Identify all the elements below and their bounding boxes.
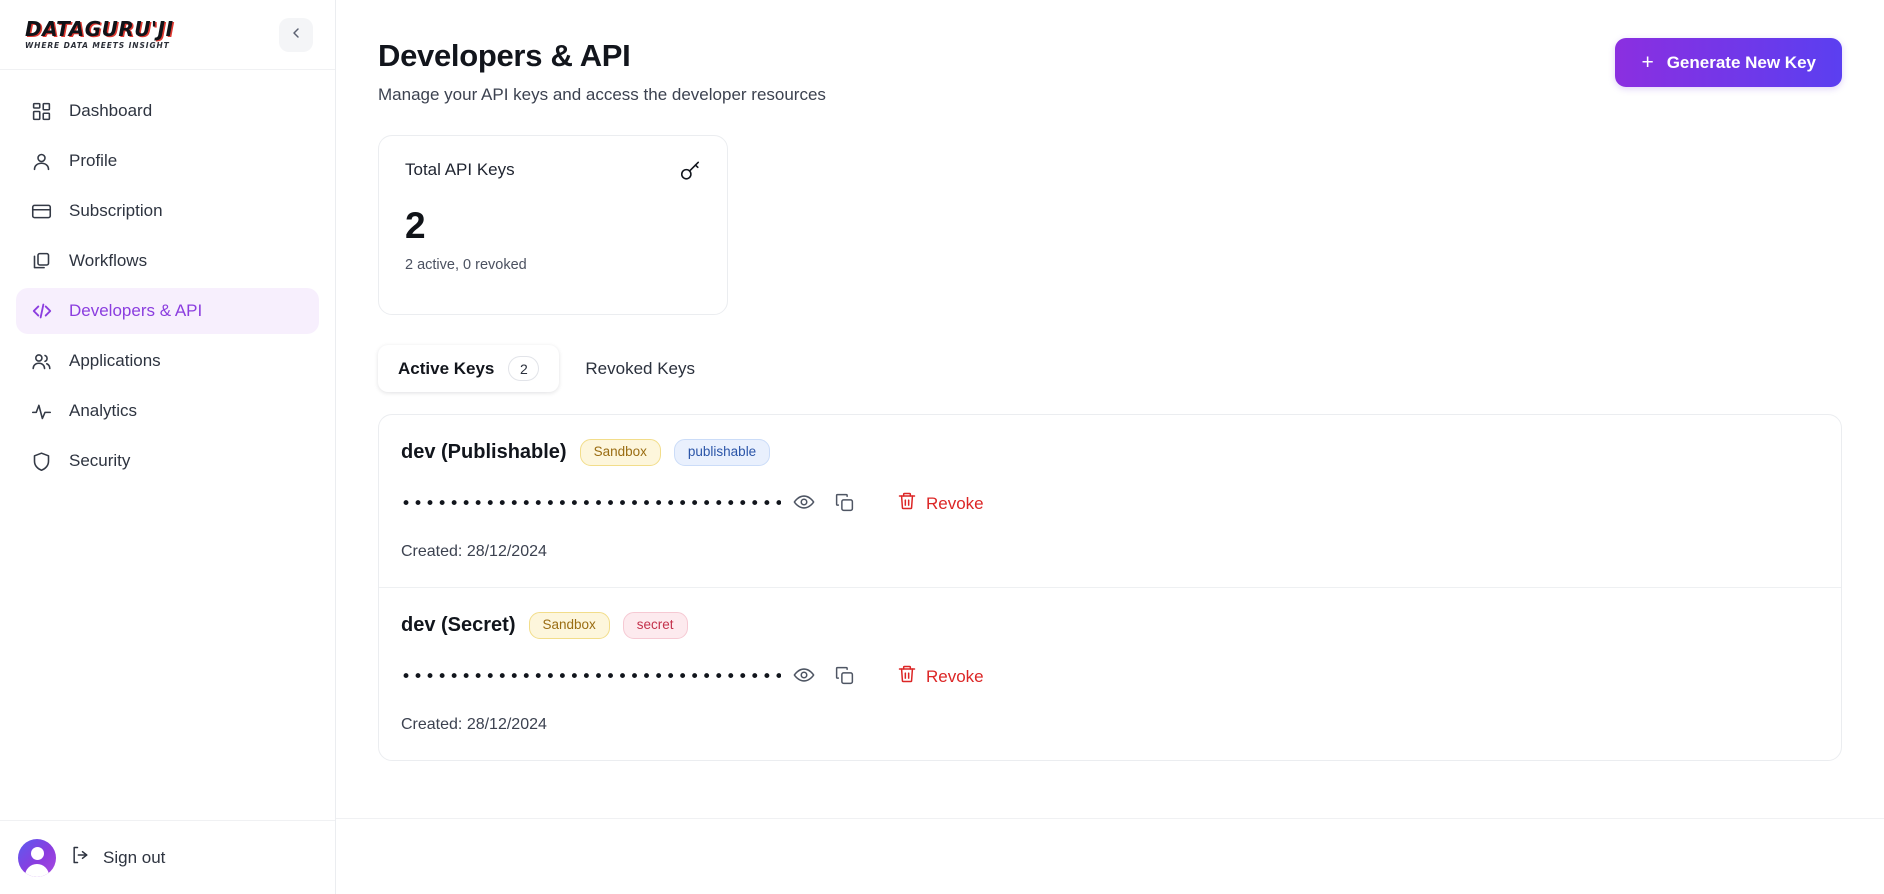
- status-badge-environment: Sandbox: [579, 439, 661, 466]
- reveal-key-button[interactable]: [787, 660, 821, 694]
- api-key-name: dev (Secret): [401, 613, 516, 636]
- sidebar-item-applications[interactable]: Applications: [16, 338, 319, 384]
- revoke-key-label: Revoke: [926, 666, 984, 686]
- plus-icon: +: [1641, 51, 1654, 74]
- keys-tabs: Active Keys 2 Revoked Keys: [378, 345, 1842, 392]
- app-logo: DATAGURU'JI WHERE DATA MEETS INSIGHT: [25, 19, 174, 50]
- api-key-header: dev (Publishable) Sandbox publishable: [401, 439, 1819, 466]
- generate-new-key-label: Generate New Key: [1666, 52, 1816, 72]
- avatar-person-icon: [30, 846, 44, 860]
- status-badge-environment: Sandbox: [528, 611, 610, 639]
- api-key-row: dev (Secret) Sandbox secret ••••••••••••…: [379, 586, 1841, 760]
- api-key-created-date: Created: 28/12/2024: [401, 715, 547, 733]
- api-key-name: dev (Publishable): [401, 440, 567, 463]
- page-header-text: Developers & API Manage your API keys an…: [378, 38, 826, 105]
- logo-title: DATAGURU'JI: [25, 17, 174, 42]
- sidebar-item-workflows[interactable]: Workflows: [16, 238, 319, 284]
- page-title: Developers & API: [378, 38, 631, 73]
- activity-pulse-icon: [30, 400, 53, 423]
- sidebar-item-label: Profile: [69, 151, 118, 170]
- users-group-icon: [30, 350, 53, 373]
- code-brackets-icon: [30, 300, 53, 323]
- sidebar-footer: Sign out: [0, 820, 335, 894]
- tab-revoked-keys-label: Revoked Keys: [585, 358, 696, 378]
- reveal-key-button[interactable]: [787, 487, 821, 521]
- status-badge-type: secret: [622, 611, 688, 639]
- status-badge-type: publishable: [673, 439, 771, 466]
- tab-revoked-keys[interactable]: Revoked Keys: [565, 348, 715, 390]
- trash-icon: [897, 491, 917, 516]
- sidebar-item-label: Workflows: [69, 251, 148, 270]
- sidebar-item-analytics[interactable]: Analytics: [16, 388, 319, 434]
- dashboard-grid-icon: [30, 100, 53, 123]
- sidebar-item-subscription[interactable]: Subscription: [16, 188, 319, 234]
- sidebar-item-label: Security: [69, 451, 131, 470]
- sidebar-item-developers-api[interactable]: Developers & API: [16, 288, 319, 334]
- logo-tagline: WHERE DATA MEETS INSIGHT: [25, 41, 170, 51]
- sidebar: DATAGURU'JI WHERE DATA MEETS INSIGHT Das…: [0, 0, 336, 894]
- chevron-left-icon: [288, 25, 304, 44]
- revoke-key-button[interactable]: Revoke: [897, 664, 984, 689]
- tab-active-keys-count: 2: [508, 356, 540, 381]
- sidebar-item-label: Applications: [69, 351, 161, 370]
- api-keys-list: dev (Publishable) Sandbox publishable ••…: [378, 414, 1842, 761]
- api-key-created-date: Created: 28/12/2024: [401, 542, 547, 560]
- copy-icon: [834, 665, 855, 689]
- logout-icon: [70, 845, 90, 870]
- copy-stack-icon: [30, 250, 53, 273]
- copy-key-button[interactable]: [827, 487, 861, 521]
- user-icon: [30, 150, 53, 173]
- stat-card-meta: 2 active, 0 revoked: [405, 257, 527, 273]
- total-api-keys-card: Total API Keys 2 2 active, 0 revoked: [378, 135, 728, 315]
- sidebar-item-profile[interactable]: Profile: [16, 138, 319, 184]
- revoke-key-label: Revoke: [926, 493, 984, 513]
- avatar[interactable]: [18, 838, 56, 877]
- sidebar-item-label: Developers & API: [69, 301, 203, 320]
- sidebar-item-label: Analytics: [69, 401, 138, 420]
- eye-icon: [793, 491, 815, 516]
- api-key-row: dev (Publishable) Sandbox publishable ••…: [379, 415, 1841, 587]
- shield-icon: [30, 450, 53, 473]
- sidebar-nav: Dashboard Profile Subscription Workflows: [0, 70, 335, 484]
- eye-icon: [793, 664, 815, 689]
- tab-active-keys[interactable]: Active Keys 2: [378, 345, 560, 392]
- stat-card-top: Total API Keys: [405, 160, 701, 187]
- api-key-value-row: ••••••••••••••••••••••••••••••••••••: [401, 487, 1819, 521]
- sidebar-collapse-button[interactable]: [279, 17, 313, 52]
- credit-card-icon: [30, 200, 53, 223]
- copy-key-button[interactable]: [827, 660, 861, 694]
- key-icon: [679, 160, 701, 187]
- api-key-masked-value: ••••••••••••••••••••••••••••••••••••: [401, 666, 781, 687]
- app-root: DATAGURU'JI WHERE DATA MEETS INSIGHT Das…: [0, 0, 1884, 894]
- page-header: Developers & API Manage your API keys an…: [378, 38, 1842, 105]
- stat-card-label: Total API Keys: [405, 160, 515, 179]
- generate-new-key-button[interactable]: + Generate New Key: [1615, 38, 1842, 87]
- api-key-value-row: ••••••••••••••••••••••••••••••••••••: [401, 660, 1819, 694]
- bottom-divider: [336, 818, 1884, 819]
- content-wrapper: Developers & API Manage your API keys an…: [336, 0, 1884, 761]
- trash-icon: [897, 664, 917, 689]
- api-key-header: dev (Secret) Sandbox secret: [401, 611, 1819, 639]
- avatar-body-shape: [25, 863, 49, 877]
- sidebar-item-dashboard[interactable]: Dashboard: [16, 88, 319, 134]
- revoke-key-button[interactable]: Revoke: [897, 491, 984, 516]
- page-subtitle: Manage your API keys and access the deve…: [378, 85, 826, 104]
- main-content: Developers & API Manage your API keys an…: [336, 0, 1884, 894]
- api-key-masked-value: ••••••••••••••••••••••••••••••••••••: [401, 493, 781, 514]
- sidebar-item-label: Dashboard: [69, 101, 153, 120]
- sidebar-item-label: Subscription: [69, 201, 163, 220]
- sign-out-button[interactable]: Sign out: [70, 845, 165, 870]
- sidebar-item-security[interactable]: Security: [16, 438, 319, 484]
- stat-card-value: 2: [405, 205, 426, 246]
- sign-out-label: Sign out: [103, 847, 166, 867]
- sidebar-header: DATAGURU'JI WHERE DATA MEETS INSIGHT: [0, 0, 335, 70]
- copy-icon: [834, 492, 855, 516]
- tab-active-keys-label: Active Keys: [398, 358, 495, 378]
